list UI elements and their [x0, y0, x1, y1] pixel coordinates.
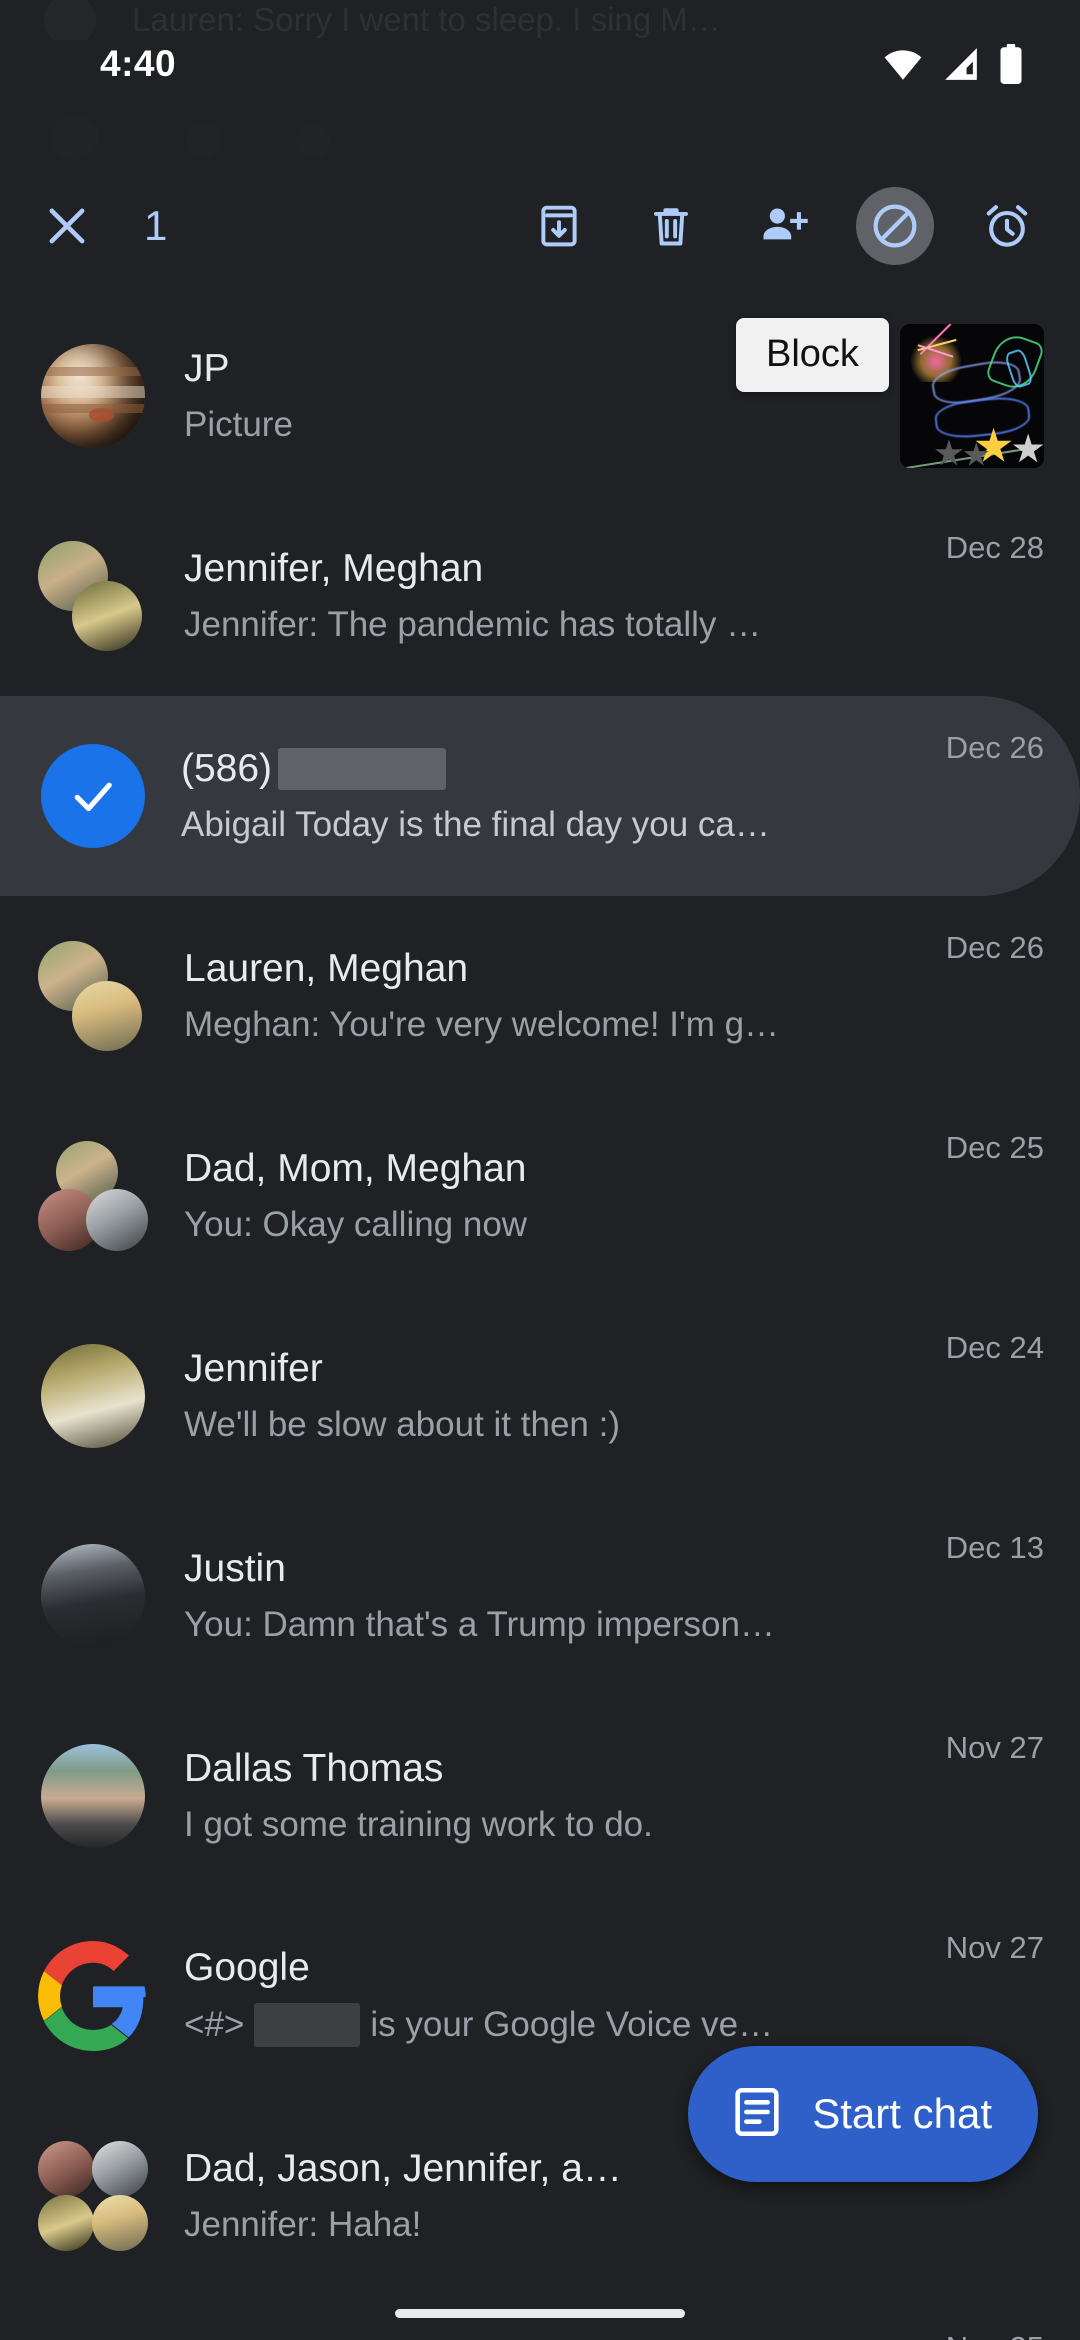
- group-avatar-part: [72, 581, 142, 651]
- avatar: [38, 1341, 148, 1451]
- row-body: (586) Abigail Today is the final day you…: [181, 746, 932, 846]
- row-body: Justin You: Damn that's a Trump imperson…: [184, 1546, 932, 1646]
- group-avatar-part: [38, 2141, 94, 2197]
- compose-message-icon: [728, 2083, 786, 2146]
- conversation-snippet: Jennifer: Haha!: [184, 2205, 422, 2244]
- selected-checkmark-icon[interactable]: [41, 744, 145, 848]
- avatar: [38, 2141, 148, 2251]
- row-body: Jennifer We'll be slow about it then :): [184, 1346, 932, 1446]
- conversation-name: Dad, Mom, Meghan: [184, 1146, 527, 1190]
- google-logo-icon: [38, 1941, 148, 2055]
- close-selection-button[interactable]: [28, 187, 106, 265]
- block-icon: [868, 199, 922, 253]
- avatar: [38, 1541, 148, 1651]
- group-avatar-part: [92, 2141, 148, 2197]
- alarm-icon: [981, 200, 1033, 252]
- conversation-row-justin[interactable]: Justin You: Damn that's a Trump imperson…: [0, 1496, 1080, 1696]
- avatar: [38, 1141, 148, 1251]
- archive-button[interactable]: [520, 187, 598, 265]
- action-bar-buttons: [520, 187, 1046, 265]
- avatar: [38, 341, 148, 451]
- conversation-snippet: Jennifer: The pandemic has totally …: [184, 605, 762, 644]
- conversation-name: Google: [184, 1945, 310, 1989]
- cellular-signal-icon: [942, 45, 980, 83]
- avatar: [38, 541, 148, 651]
- conversation-row-jennifer[interactable]: Jennifer We'll be slow about it then :) …: [0, 1296, 1080, 1496]
- conversation-snippet: Meghan: You're very welcome! I'm g…: [184, 1005, 780, 1044]
- group-avatar-part: [72, 981, 142, 1051]
- conversation-row-jp[interactable]: JP Picture: [0, 296, 1080, 496]
- conversation-row-586-selected[interactable]: (586) Abigail Today is the final day you…: [0, 696, 1080, 896]
- battery-icon: [998, 43, 1024, 85]
- conversation-name: Jennifer: [184, 1346, 323, 1390]
- add-contact-button[interactable]: [744, 187, 822, 265]
- conversation-name: Justin: [184, 1546, 286, 1590]
- conversation-snippet: Abigail Today is the final day you ca…: [181, 805, 770, 844]
- snippet-prefix: <#>: [184, 2005, 245, 2044]
- avatar: [38, 1941, 148, 2051]
- conversation-date: Dec 13: [945, 1530, 1044, 1565]
- group-avatar-part: [92, 2195, 148, 2251]
- row-body: Lauren, Meghan Meghan: You're very welco…: [184, 946, 932, 1046]
- conversation-snippet: Picture: [184, 405, 293, 444]
- conversation-date: Dec 28: [945, 530, 1044, 565]
- avatar: [38, 941, 148, 1051]
- contact-avatar: [41, 1344, 145, 1448]
- conversation-snippet: We'll be slow about it then :): [184, 1405, 620, 1444]
- conversation-row-lauren-meghan[interactable]: Lauren, Meghan Meghan: You're very welco…: [0, 896, 1080, 1096]
- conversation-row-dad-mom-meghan[interactable]: Dad, Mom, Meghan You: Okay calling now D…: [0, 1096, 1080, 1296]
- conversation-date: Dec 26: [945, 730, 1044, 765]
- conversation-row-jennifer-meghan[interactable]: Jennifer, Meghan Jennifer: The pandemic …: [0, 496, 1080, 696]
- start-chat-label: Start chat: [812, 2090, 992, 2137]
- redacted-phone-number: [278, 747, 447, 790]
- status-bar-clock: 4:40: [100, 43, 177, 84]
- row-body: Dad, Mom, Meghan You: Okay calling now: [184, 1146, 932, 1246]
- conversation-date: Nov 25: [946, 2330, 1044, 2340]
- group-avatar-part: [38, 2195, 94, 2251]
- gesture-navigation-bar[interactable]: [395, 2309, 685, 2318]
- group-avatar-part: [86, 1189, 148, 1251]
- conversation-date: Dec 24: [945, 1330, 1044, 1365]
- conversation-name: Dallas Thomas: [184, 1746, 444, 1790]
- start-chat-fab[interactable]: Start chat: [688, 2046, 1038, 2182]
- conversation-name: Lauren, Meghan: [184, 946, 469, 990]
- row-body: Dallas Thomas I got some training work t…: [184, 1746, 932, 1846]
- snippet-suffix: is your Google Voice ve…: [370, 2005, 774, 2044]
- conversation-row-dallas-thomas[interactable]: Dallas Thomas I got some training work t…: [0, 1696, 1080, 1896]
- conversation-snippet: You: Okay calling now: [184, 1205, 528, 1244]
- planet-avatar: [41, 344, 145, 448]
- conversation-name-text: (586): [181, 746, 273, 790]
- conversation-list[interactable]: JP Picture Jennifer, Meghan Jennifer: Th…: [0, 296, 1080, 2340]
- conversation-date: Nov 27: [945, 1930, 1044, 1965]
- conversation-name: Jennifer, Meghan: [184, 546, 484, 590]
- block-button[interactable]: [856, 187, 934, 265]
- selected-count: 1: [144, 202, 168, 249]
- contact-avatar: [41, 1744, 145, 1848]
- block-tooltip: Block: [736, 318, 889, 392]
- contact-avatar: [41, 1544, 145, 1648]
- status-bar: 4:40: [0, 28, 1080, 100]
- conversation-row-lauren[interactable]: Lauren Nov 25: [0, 2296, 1080, 2340]
- wifi-icon: [882, 43, 924, 85]
- person-add-icon: [757, 200, 809, 252]
- avatar: [38, 1741, 148, 1851]
- conversation-name: (586): [181, 746, 922, 792]
- delete-button[interactable]: [632, 187, 710, 265]
- archive-icon: [534, 201, 584, 251]
- status-bar-icons: [882, 43, 1024, 85]
- row-body: Google <#> is your Google Voice ve…: [184, 1945, 932, 2047]
- trash-icon: [646, 201, 696, 251]
- selection-action-bar: 1: [0, 160, 1080, 292]
- conversation-snippet: You: Damn that's a Trump imperson…: [184, 1605, 775, 1644]
- row-body: Jennifer, Meghan Jennifer: The pandemic …: [184, 546, 932, 646]
- redacted-verification-code: [254, 2003, 361, 2047]
- conversation-snippet: I got some training work to do.: [184, 1805, 653, 1844]
- conversation-date: Dec 25: [945, 1130, 1044, 1165]
- snooze-button[interactable]: [968, 187, 1046, 265]
- conversation-date: Nov 27: [945, 1730, 1044, 1765]
- conversation-snippet: <#> is your Google Voice ve…: [184, 2003, 922, 2047]
- conversation-date: Dec 26: [945, 930, 1044, 965]
- message-thumbnail-happy-new-year[interactable]: [900, 324, 1044, 468]
